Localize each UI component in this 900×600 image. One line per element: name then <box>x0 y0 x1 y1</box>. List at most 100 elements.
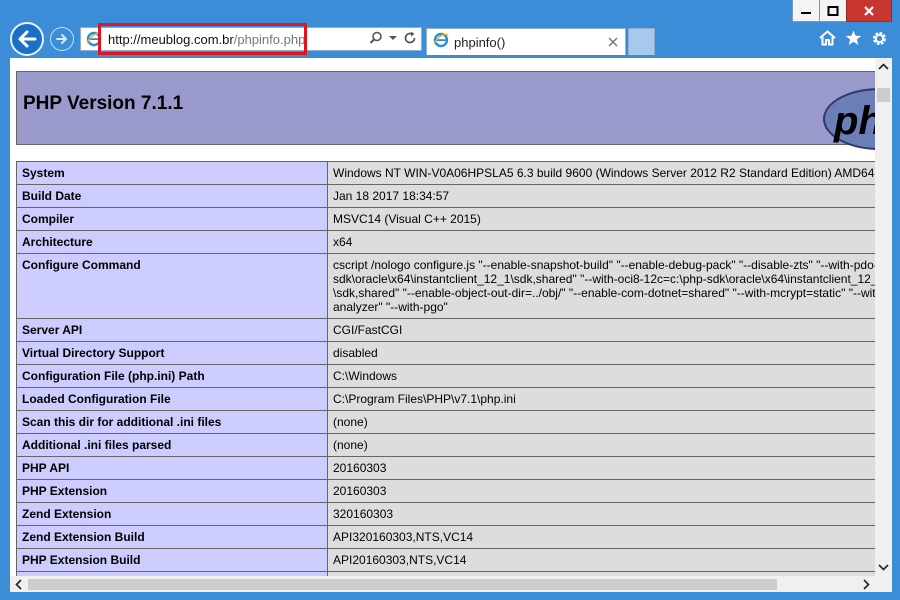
scrollbar-corner <box>875 576 892 592</box>
home-icon <box>818 30 836 46</box>
php-info-table: System Windows NT WIN-V0A06HPSLA5 6.3 bui… <box>16 161 875 576</box>
row-value: Windows NT WIN-V0A06HPSLA5 6.3 build 960… <box>327 161 875 185</box>
favorites-button[interactable] <box>844 29 862 47</box>
row-value: (none) <box>327 410 875 434</box>
refresh-button[interactable] <box>403 31 417 45</box>
php-logo-text: ph <box>833 99 875 143</box>
table-row: Configure Command cscript /nologo configu… <box>16 253 875 319</box>
row-value: C:\Program Files\PHP\v7.1\php.ini <box>327 387 875 411</box>
back-arrow-icon <box>18 30 37 48</box>
row-key: PHP Extension Build <box>16 548 328 572</box>
table-row: Architecture x64 <box>16 230 875 254</box>
page-viewport: PHP Version 7.1.1 ph System Windows NT WI… <box>10 58 892 592</box>
value-line: analyzer" "--with-pgo" <box>333 300 448 314</box>
table-row: PHP API 20160303 <box>16 456 875 480</box>
page-content: PHP Version 7.1.1 ph System Windows NT WI… <box>10 58 875 576</box>
table-row: Server API CGI/FastCGI <box>16 318 875 342</box>
chevron-down-icon <box>878 564 889 571</box>
row-value: x64 <box>327 230 875 254</box>
row-key: Server API <box>16 318 328 342</box>
row-key: Zend Extension Build <box>16 525 328 549</box>
favorites-star-icon <box>845 30 861 45</box>
row-key: Configure Command <box>16 253 328 319</box>
dropdown-icon <box>389 36 397 40</box>
table-row: Additional .ini files parsed (none) <box>16 433 875 457</box>
value-line: cscript /nologo configure.js "--enable-s… <box>333 258 875 272</box>
row-key: Compiler <box>16 207 328 231</box>
row-value: (none) <box>327 433 875 457</box>
scroll-up-button[interactable] <box>875 58 892 75</box>
horizontal-scroll-thumb[interactable] <box>28 579 777 590</box>
settings-gear-icon <box>872 31 886 45</box>
value-line: \sdk,shared" "--enable-object-out-dir=..… <box>333 286 875 300</box>
ie-logo-icon <box>433 32 449 53</box>
row-value: Jan 18 2017 18:34:57 <box>327 184 875 208</box>
tab-title: phpinfo() <box>454 34 506 50</box>
address-dropdown-button[interactable] <box>389 35 397 41</box>
search-button[interactable] <box>369 31 383 45</box>
vertical-scrollbar[interactable] <box>875 58 892 576</box>
tab-close-button[interactable] <box>603 32 623 52</box>
row-value: MSVC14 (Visual C++ 2015) <box>327 207 875 231</box>
tab-phpinfo[interactable]: phpinfo() <box>426 28 626 55</box>
row-value: API20160303,NTS,VC14 <box>327 548 875 572</box>
new-tab-button[interactable] <box>628 28 655 55</box>
scroll-left-button[interactable] <box>10 576 27 592</box>
table-row: Zend Extension 320160303 <box>16 502 875 526</box>
close-icon <box>864 5 874 16</box>
row-key: Configuration File (php.ini) Path <box>16 364 328 388</box>
forward-button[interactable] <box>50 27 74 51</box>
table-row: Compiler MSVC14 (Visual C++ 2015) <box>16 207 875 231</box>
row-key: Zend Extension <box>16 502 328 526</box>
row-key: System <box>16 161 328 185</box>
row-key: Architecture <box>16 230 328 254</box>
row-value: cscript /nologo configure.js "--enable-s… <box>327 253 875 319</box>
row-value: 320160303 <box>327 502 875 526</box>
address-actions <box>369 31 417 45</box>
table-row: Configuration File (php.ini) Path C:\Wind… <box>16 364 875 388</box>
row-key: PHP Extension <box>16 479 328 503</box>
forward-arrow-icon <box>56 34 67 44</box>
row-key: Build Date <box>16 184 328 208</box>
back-button[interactable] <box>10 22 44 56</box>
maximize-icon <box>827 5 839 16</box>
info-table-body: System Windows NT WIN-V0A06HPSLA5 6.3 bui… <box>16 161 875 576</box>
row-key: Loaded Configuration File <box>16 387 328 411</box>
row-key: Scan this dir for additional .ini files <box>16 410 328 434</box>
row-value: CGI/FastCGI <box>327 318 875 342</box>
close-window-button[interactable] <box>846 0 892 22</box>
row-value: disabled <box>327 341 875 365</box>
php-header: PHP Version 7.1.1 ph <box>16 71 875 150</box>
address-highlight-box <box>98 23 307 55</box>
chevron-right-icon <box>863 578 870 590</box>
home-button[interactable] <box>818 29 836 47</box>
table-row: Virtual Directory Support disabled <box>16 341 875 365</box>
close-icon <box>608 37 618 47</box>
row-key: Virtual Directory Support <box>16 341 328 365</box>
toolbar-icons <box>818 29 888 47</box>
row-value: API320160303,NTS,VC14 <box>327 525 875 549</box>
row-value: 20160303 <box>327 479 875 503</box>
php-logo: ph <box>823 88 875 150</box>
table-row: Scan this dir for additional .ini files(… <box>16 410 875 434</box>
scroll-right-button[interactable] <box>858 576 875 592</box>
settings-button[interactable] <box>870 29 888 47</box>
table-row: Loaded Configuration File C:\Program File… <box>16 387 875 411</box>
page-title: PHP Version 7.1.1 <box>23 93 184 114</box>
minimize-icon <box>801 11 811 14</box>
minimize-button[interactable] <box>792 0 820 22</box>
value-line: sdk\oracle\x64\instantclient_12_1\sdk,sh… <box>333 272 875 286</box>
row-key: PHP API <box>16 456 328 480</box>
row-value: C:\Windows <box>327 364 875 388</box>
refresh-icon <box>404 31 416 44</box>
row-value: 20160303 <box>327 456 875 480</box>
chevron-left-icon <box>15 578 22 590</box>
browser-chrome: http://meublog.com.br/phpinfo.php phpinf… <box>0 0 900 58</box>
window-controls <box>792 0 892 22</box>
scroll-down-button[interactable] <box>875 559 892 576</box>
table-row: System Windows NT WIN-V0A06HPSLA5 6.3 bui… <box>16 161 875 185</box>
horizontal-scrollbar[interactable] <box>10 576 875 592</box>
vertical-scroll-thumb[interactable] <box>877 88 890 102</box>
table-row: PHP Extension Build API20160303,NTS,VC14 <box>16 548 875 572</box>
maximize-button[interactable] <box>819 0 847 22</box>
